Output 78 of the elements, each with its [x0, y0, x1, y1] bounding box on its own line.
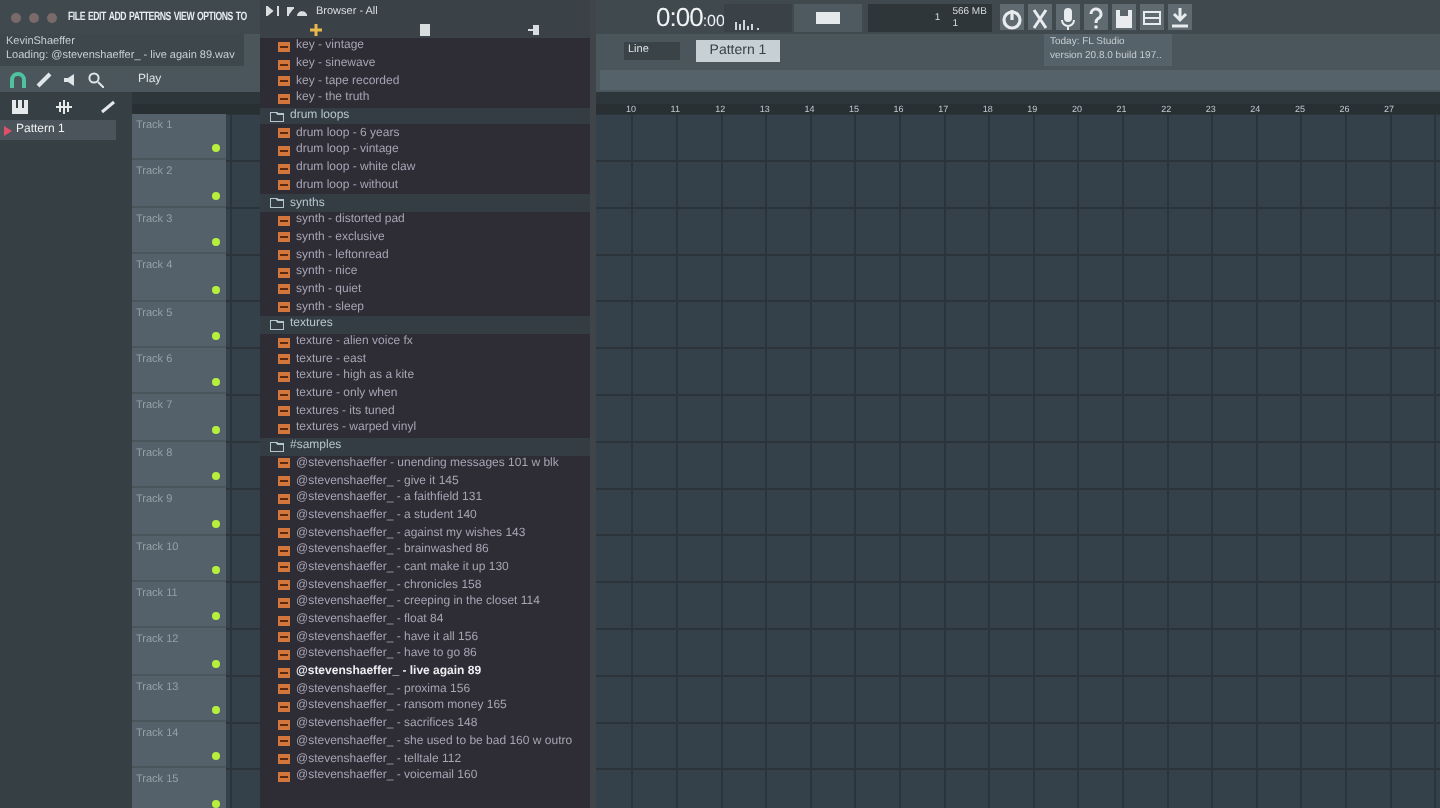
- zoom-icon: [88, 71, 104, 87]
- mute-led[interactable]: [212, 285, 220, 294]
- audio-file-icon: [278, 215, 290, 226]
- audio-file-icon: [278, 493, 290, 504]
- mute-led[interactable]: [212, 144, 220, 153]
- audio-file-icon: [278, 406, 290, 417]
- mute-led[interactable]: [212, 565, 220, 574]
- audio-file-icon: [278, 302, 290, 313]
- audio-file-icon: [278, 423, 290, 434]
- audio-file-icon: [278, 632, 290, 643]
- audio-file-icon: [278, 337, 290, 348]
- magnet-icon: [10, 71, 26, 87]
- piano-icon: [12, 99, 28, 113]
- audio-file-icon: [278, 93, 290, 104]
- audio-file-icon: [278, 754, 290, 765]
- mute-led[interactable]: [212, 472, 220, 481]
- help-button[interactable]: [1084, 4, 1109, 30]
- mute-led[interactable]: [212, 238, 220, 247]
- download-button[interactable]: [1168, 4, 1193, 30]
- audio-file-icon: [278, 528, 290, 539]
- mute-led[interactable]: [212, 519, 220, 528]
- arrow-icon: [4, 125, 12, 135]
- audio-file-icon: [278, 354, 290, 365]
- audio-file-icon: [278, 284, 290, 295]
- audio-file-icon: [278, 458, 290, 469]
- audio-file-icon: [278, 771, 290, 782]
- plug-icon[interactable]: [528, 24, 541, 36]
- mute-led[interactable]: [212, 659, 220, 668]
- audio-file-icon: [278, 232, 290, 243]
- folder-icon: [270, 111, 284, 122]
- tool-button[interactable]: [1140, 4, 1165, 30]
- waveform-icon: [56, 99, 72, 113]
- audio-file-icon: [278, 76, 290, 87]
- audio-file-icon: [278, 145, 290, 156]
- plus-icon[interactable]: [309, 24, 322, 36]
- document-icon[interactable]: [419, 24, 430, 36]
- mute-led[interactable]: [212, 612, 220, 621]
- mute-led[interactable]: [212, 752, 220, 761]
- audio-file-icon: [278, 615, 290, 626]
- audio-file-icon: [278, 649, 290, 660]
- audio-file-icon: [278, 371, 290, 382]
- mute-led[interactable]: [212, 706, 220, 715]
- audio-file-icon: [278, 719, 290, 730]
- audio-file-icon: [278, 667, 290, 678]
- audio-file-icon: [278, 545, 290, 556]
- volume-slider-icon: [816, 11, 841, 23]
- audio-file-icon: [278, 597, 290, 608]
- folder-icon: [270, 319, 284, 330]
- mute-led[interactable]: [212, 425, 220, 434]
- audio-file-icon: [278, 476, 290, 487]
- audio-file-icon: [278, 250, 290, 261]
- audio-file-icon: [278, 510, 290, 521]
- audio-file-icon: [278, 41, 290, 52]
- folder-icon: [270, 198, 284, 209]
- microphone-button[interactable]: [1056, 4, 1081, 30]
- folder-icon: [270, 441, 284, 452]
- transport-time: 0:00:00: [656, 2, 725, 32]
- navigation-icons: [266, 6, 310, 16]
- window-controls-icon: [10, 11, 62, 23]
- audio-file-icon: [278, 180, 290, 191]
- save-button[interactable]: [1112, 4, 1137, 30]
- mute-led[interactable]: [212, 191, 220, 200]
- mute-led[interactable]: [212, 378, 220, 387]
- audio-file-icon: [278, 128, 290, 139]
- audio-file-icon: [278, 267, 290, 278]
- mute-led[interactable]: [212, 331, 220, 340]
- speaker-icon: [62, 71, 78, 87]
- power-button[interactable]: [1000, 4, 1025, 30]
- scissors-button[interactable]: [1028, 4, 1053, 30]
- audio-file-icon: [278, 389, 290, 400]
- audio-file-icon: [278, 580, 290, 591]
- audio-file-icon: [278, 736, 290, 747]
- audio-file-icon: [278, 562, 290, 573]
- audio-file-icon: [278, 701, 290, 712]
- audio-file-icon: [278, 684, 290, 695]
- audio-file-icon: [278, 59, 290, 70]
- audio-file-icon: [278, 163, 290, 174]
- mute-led[interactable]: [212, 799, 220, 808]
